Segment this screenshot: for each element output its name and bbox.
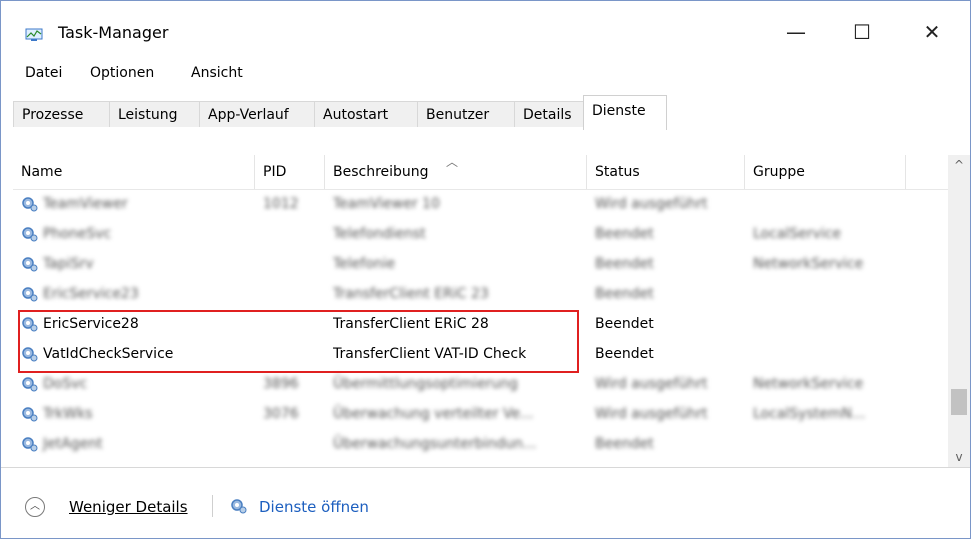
cell-description: Überwachung verteilter Ve... — [333, 406, 534, 422]
sort-indicator-icon: ︿ — [446, 155, 459, 169]
service-gear-icon — [22, 257, 38, 272]
table-row[interactable]: TeamViewer 1012 TeamViewer 10 Wird ausgefüh… — [13, 189, 948, 219]
service-gear-icon — [22, 377, 38, 392]
cell-status: Beendet — [595, 316, 654, 332]
cell-status: Beendet — [595, 286, 654, 302]
tab-app-verlauf[interactable]: App-Verlauf — [199, 101, 315, 127]
cell-name: TrkWks — [43, 406, 93, 422]
cell-pid: 1012 — [263, 196, 299, 212]
footer-divider — [1, 467, 970, 468]
scroll-up-arrow-icon[interactable]: ^ — [948, 155, 970, 175]
service-gear-icon — [22, 407, 38, 422]
column-header-group[interactable]: Gruppe — [745, 155, 906, 189]
cell-name: PhoneSvc — [43, 226, 112, 242]
cell-status: Beendet — [595, 346, 654, 362]
footer-separator — [212, 495, 213, 517]
services-gear-icon — [231, 499, 247, 514]
service-gear-icon — [22, 287, 38, 302]
tab-autostart[interactable]: Autostart — [314, 101, 418, 127]
scroll-down-arrow-icon[interactable]: v — [948, 447, 970, 467]
cell-name: EricService23 — [43, 286, 139, 302]
cell-group: NetworkService — [753, 376, 864, 392]
minimize-button[interactable]: — — [773, 15, 819, 49]
menu-datei[interactable]: Datei — [25, 65, 62, 81]
vertical-scrollbar[interactable]: ^ v — [948, 155, 970, 467]
cell-status: Beendet — [595, 436, 654, 452]
tab-bar: Prozesse Leistung App-Verlauf Autostart … — [13, 95, 958, 130]
cell-name: JetAgent — [43, 436, 103, 452]
tab-prozesse[interactable]: Prozesse — [13, 101, 110, 127]
service-gear-icon — [22, 347, 38, 362]
maximize-icon: ☐ — [853, 20, 871, 44]
cell-description: Telefonie — [333, 256, 396, 272]
title-bar[interactable]: Task-Manager — ☐ ✕ — [1, 1, 970, 44]
cell-pid: 3076 — [263, 406, 299, 422]
column-header-filler — [906, 155, 948, 189]
open-services-link[interactable]: Dienste öffnen — [259, 498, 369, 516]
cell-status: Wird ausgeführt — [595, 376, 708, 392]
service-gear-icon — [22, 227, 38, 242]
cell-name: VatIdCheckService — [43, 346, 174, 362]
close-button[interactable]: ✕ — [909, 15, 955, 49]
table-row[interactable]: VatIdCheckService TransferClient VAT-ID C… — [13, 339, 948, 369]
cell-status: Beendet — [595, 226, 654, 242]
minimize-icon: — — [786, 20, 806, 44]
cell-description: Telefondienst — [333, 226, 426, 242]
cell-name: TeamViewer — [43, 196, 128, 212]
menu-bar: Datei Optionen Ansicht — [1, 60, 970, 86]
table-row[interactable]: EricService28 TransferClient ERiC 28 Beend… — [13, 309, 948, 339]
table-row[interactable]: TrkWks 3076 Überwachung verteilter Ve... Wi… — [13, 399, 948, 429]
cell-description: Übermittlungsoptimierung — [333, 376, 518, 392]
cell-status: Wird ausgeführt — [595, 406, 708, 422]
service-gear-icon — [22, 197, 38, 212]
table-row[interactable]: TapiSrv Telefonie Beendet NetworkService — [13, 249, 948, 279]
tab-details[interactable]: Details — [514, 101, 586, 127]
column-header-pid[interactable]: PID — [255, 155, 325, 189]
cell-name: EricService28 — [43, 316, 139, 332]
menu-ansicht[interactable]: Ansicht — [191, 65, 243, 81]
table-row[interactable]: EricService23 TransferClient ERiC 23 Beend… — [13, 279, 948, 309]
tab-benutzer[interactable]: Benutzer — [417, 101, 515, 127]
cell-description: TransferClient VAT-ID Check — [333, 346, 527, 362]
window-title: Task-Manager — [58, 23, 169, 42]
cell-name: TapiSrv — [43, 256, 94, 272]
tab-dienste[interactable]: Dienste — [583, 95, 667, 130]
cell-description: TeamViewer 10 — [333, 196, 440, 212]
services-list: Name PID Beschreibung Status Gruppe ︿ Te… — [13, 129, 970, 467]
column-header-status[interactable]: Status — [587, 155, 745, 189]
table-row[interactable]: DoSvc 3896 Übermittlungsoptimierung Wird au… — [13, 369, 948, 399]
cell-group: LocalSystemN... — [753, 406, 866, 422]
table-row[interactable]: JetAgent Überwachungsunterbindun... Beende… — [13, 429, 948, 459]
cell-group: LocalService — [753, 226, 842, 242]
cell-description: Überwachungsunterbindun... — [333, 436, 537, 452]
cell-status: Beendet — [595, 256, 654, 272]
cell-name: DoSvc — [43, 376, 88, 392]
cell-description: TransferClient ERiC 28 — [333, 316, 489, 332]
table-row[interactable]: PhoneSvc Telefondienst Beendet LocalService — [13, 219, 948, 249]
tab-leistung[interactable]: Leistung — [109, 101, 200, 127]
cell-status: Wird ausgeführt — [595, 196, 708, 212]
close-icon: ✕ — [923, 20, 941, 44]
service-gear-icon — [22, 317, 38, 332]
service-gear-icon — [22, 437, 38, 452]
menu-optionen[interactable]: Optionen — [90, 65, 154, 81]
scrollbar-thumb[interactable] — [951, 389, 967, 416]
fewer-details-button[interactable]: Weniger Details — [69, 498, 188, 516]
column-header-name[interactable]: Name — [13, 155, 255, 189]
cell-pid: 3896 — [263, 376, 299, 392]
column-header-row: Name PID Beschreibung Status Gruppe — [13, 155, 948, 190]
task-manager-app-icon — [25, 28, 43, 41]
cell-description: TransferClient ERiC 23 — [333, 286, 489, 302]
task-manager-window: Task-Manager — ☐ ✕ Datei Optionen Ansich… — [0, 0, 971, 539]
collapse-chevron-up-icon[interactable]: ︿ — [25, 497, 45, 517]
cell-group: NetworkService — [753, 256, 864, 272]
maximize-button[interactable]: ☐ — [839, 15, 885, 49]
